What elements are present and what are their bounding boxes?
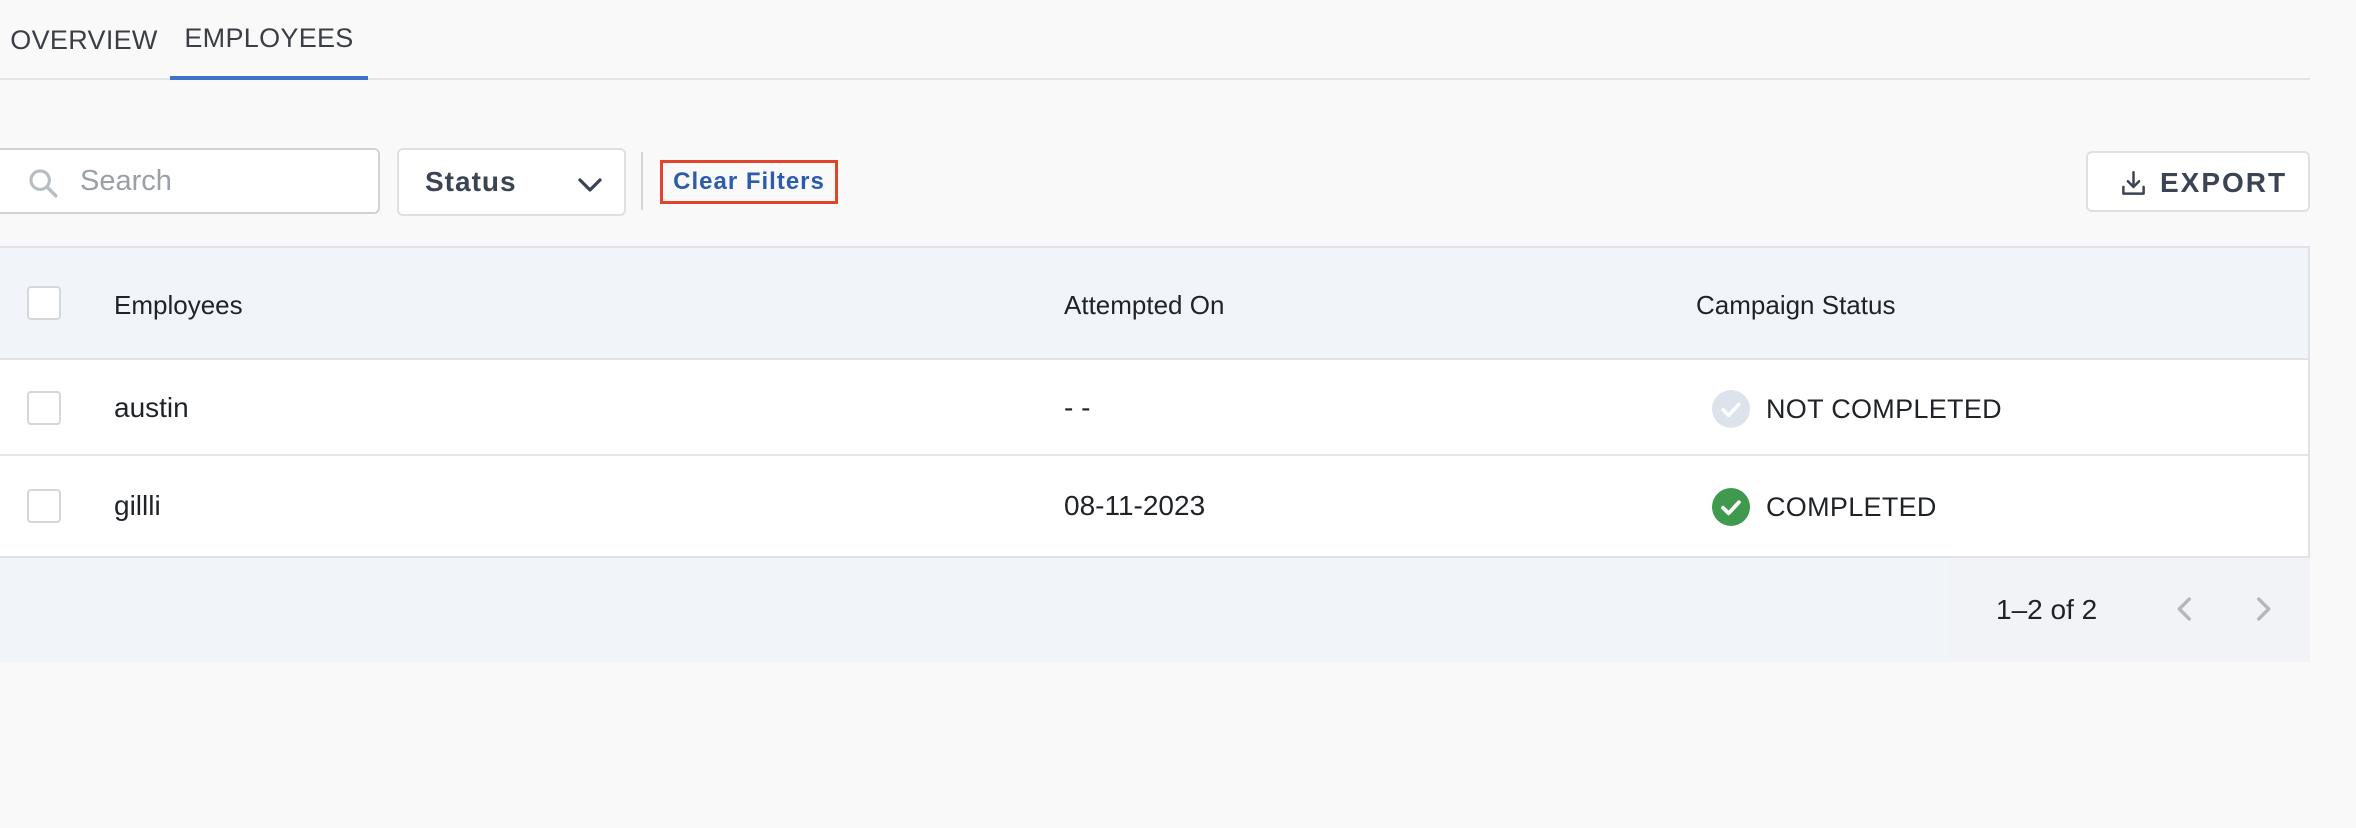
row-checkbox[interactable] <box>27 489 61 523</box>
attempted-on: - - <box>1064 392 1091 423</box>
export-label: EXPORT <box>2160 167 2288 198</box>
table-header: Employees Attempted On Campaign Status <box>0 248 2308 360</box>
campaign-status: COMPLETED <box>1712 488 1937 526</box>
toolbar-divider <box>641 152 643 210</box>
search-icon <box>29 169 58 198</box>
tab-employees[interactable]: EMPLOYEES <box>170 0 368 80</box>
pagination-range: 1–2 of 2 <box>1996 594 2098 625</box>
status-filter-label: Status <box>425 166 517 197</box>
column-header-campaign-status[interactable]: Campaign Status <box>1696 290 1895 321</box>
search-box[interactable] <box>0 148 380 214</box>
search-input[interactable] <box>80 150 360 212</box>
employees-table: Employees Attempted On Campaign Status a… <box>0 246 2310 662</box>
download-icon <box>2122 171 2145 195</box>
chevron-left-icon[interactable] <box>2168 592 2202 626</box>
check-circle-green-icon <box>1712 488 1750 526</box>
status-filter-dropdown[interactable]: Status <box>397 148 626 216</box>
tab-overview[interactable]: OVERVIEW <box>0 0 168 80</box>
row-checkbox[interactable] <box>27 391 61 425</box>
status-text: NOT COMPLETED <box>1766 393 2002 424</box>
employee-name: gillli <box>114 490 161 521</box>
column-header-attempted-on[interactable]: Attempted On <box>1064 290 1224 321</box>
select-all-checkbox[interactable] <box>27 286 61 320</box>
table-row[interactable]: gillli 08-11-2023 COMPLETED <box>0 458 2308 556</box>
chevron-right-icon[interactable] <box>2246 592 2280 626</box>
attempted-on: 08-11-2023 <box>1064 490 1206 521</box>
chevron-down-icon <box>578 178 602 192</box>
campaign-status: NOT COMPLETED <box>1712 390 2002 428</box>
status-text: COMPLETED <box>1766 491 1937 522</box>
export-button[interactable]: EXPORT <box>2086 151 2310 212</box>
column-header-employees[interactable]: Employees <box>114 290 243 321</box>
table-footer: 1–2 of 2 <box>0 556 2310 662</box>
employee-name: austin <box>114 392 189 423</box>
check-circle-grey-icon <box>1712 390 1750 428</box>
table-row[interactable]: austin - - NOT COMPLETED <box>0 360 2308 456</box>
clear-filters-button[interactable]: Clear Filters <box>660 160 838 204</box>
tab-bar: OVERVIEW EMPLOYEES <box>0 0 2310 80</box>
